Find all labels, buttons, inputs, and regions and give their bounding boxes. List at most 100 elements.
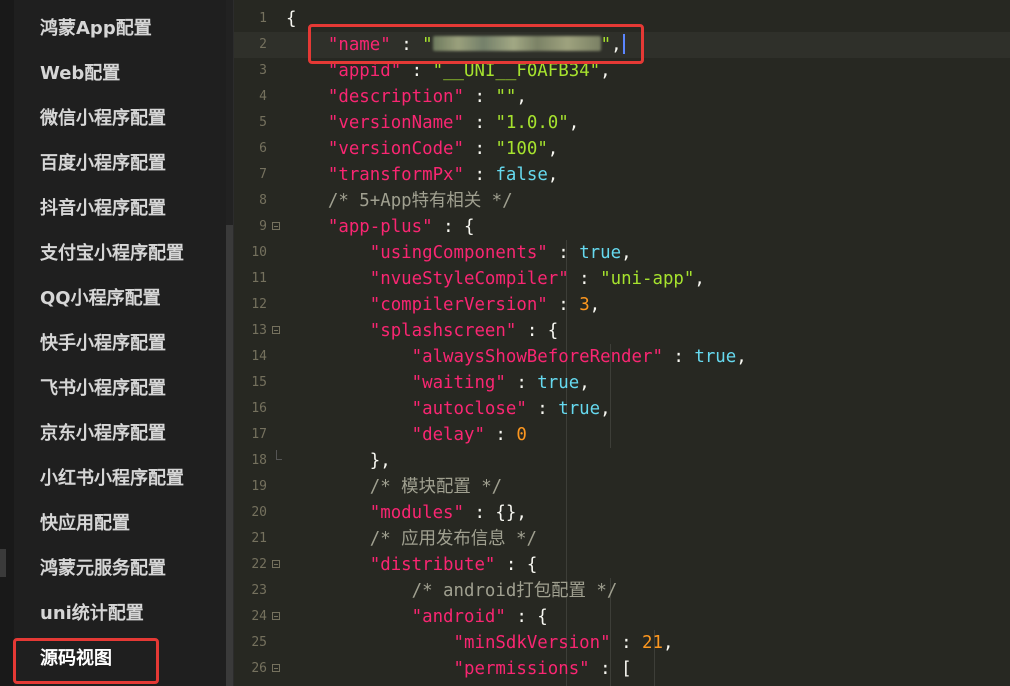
code-token: "versionName" bbox=[327, 113, 465, 133]
sidebar-item-13[interactable]: 鸿蒙元服务配置 bbox=[40, 554, 166, 584]
code-token: , bbox=[736, 347, 747, 367]
code-line[interactable]: 11 "nvueStyleCompiler" : "uni-app", bbox=[234, 266, 1010, 292]
code-token: "versionCode" bbox=[327, 139, 465, 159]
sidebar-item-4[interactable]: 百度小程序配置 bbox=[40, 149, 166, 179]
code-token: , bbox=[579, 373, 590, 393]
blurred-app-name bbox=[432, 36, 601, 51]
line-number: 10 bbox=[251, 245, 267, 260]
code-line[interactable]: 10 "usingComponents" : true, bbox=[234, 240, 1010, 266]
code-token: "android" bbox=[411, 607, 506, 627]
sidebar-item-5[interactable]: 抖音小程序配置 bbox=[40, 194, 166, 224]
code-text: "modules" : {}, bbox=[286, 500, 527, 526]
sidebar-item-15[interactable]: 源码视图 bbox=[40, 644, 112, 674]
sidebar-item-9[interactable]: 飞书小程序配置 bbox=[40, 374, 166, 404]
code-line[interactable]: 7 "transformPx" : false, bbox=[234, 162, 1010, 188]
sidebar-item-8[interactable]: 快手小程序配置 bbox=[40, 329, 166, 359]
code-line[interactable]: 12 "compilerVersion" : 3, bbox=[234, 292, 1010, 318]
code-token: true bbox=[558, 399, 601, 419]
code-token: : bbox=[464, 87, 496, 107]
code-token: , bbox=[694, 269, 705, 289]
sidebar-item-14[interactable]: uni统计配置 bbox=[40, 599, 144, 629]
code-line[interactable]: 5 "versionName" : "1.0.0", bbox=[234, 110, 1010, 136]
line-number: 1 bbox=[259, 11, 267, 26]
line-number: 14 bbox=[251, 349, 267, 364]
code-line[interactable]: 3 "appid" : "__UNI__F0AFB34", bbox=[234, 58, 1010, 84]
sidebar-item-2[interactable]: Web配置 bbox=[40, 59, 120, 89]
code-line[interactable]: 1{ bbox=[234, 6, 1010, 32]
code-line[interactable]: 4 "description" : "", bbox=[234, 84, 1010, 110]
code-line[interactable]: 17 "delay" : 0 bbox=[234, 422, 1010, 448]
code-token: "minSdkVersion" bbox=[453, 633, 611, 653]
code-token: true bbox=[537, 373, 580, 393]
code-line[interactable]: 22 "distribute" : { bbox=[234, 552, 1010, 578]
code-text: /* 模块配置 */ bbox=[286, 474, 502, 500]
code-line[interactable]: 21 /* 应用发布信息 */ bbox=[234, 526, 1010, 552]
sidebar-item-7[interactable]: QQ小程序配置 bbox=[40, 284, 161, 314]
fold-toggle-icon[interactable] bbox=[272, 222, 280, 230]
code-text: "minSdkVersion" : 21, bbox=[286, 630, 674, 656]
line-number: 5 bbox=[259, 115, 267, 130]
code-text: "description" : "", bbox=[286, 84, 527, 110]
code-text: /* 5+App特有相关 */ bbox=[286, 188, 513, 214]
sidebar-scrollbar-thumb[interactable] bbox=[226, 225, 233, 686]
code-line[interactable]: 2 "name" : " ", bbox=[234, 32, 1010, 58]
code-token: { bbox=[286, 9, 297, 29]
fold-toggle-icon[interactable] bbox=[272, 326, 280, 334]
code-line[interactable]: 26 "permissions" : [ bbox=[234, 656, 1010, 682]
code-line[interactable]: 20 "modules" : {}, bbox=[234, 500, 1010, 526]
code-editor[interactable]: 1{2 "name" : " ", 3 "appid" : "__UNI__F0AF… bbox=[234, 0, 1010, 686]
sidebar-item-6[interactable]: 支付宝小程序配置 bbox=[40, 239, 184, 269]
sidebar-item-10[interactable]: 京东小程序配置 bbox=[40, 419, 166, 449]
code-line[interactable]: 25 "minSdkVersion" : 21, bbox=[234, 630, 1010, 656]
code-token: false bbox=[495, 165, 548, 185]
code-token: : bbox=[662, 347, 695, 367]
code-token: /* android打包配置 */ bbox=[411, 581, 618, 601]
code-line[interactable]: 23 /* android打包配置 */ bbox=[234, 578, 1010, 604]
code-line[interactable]: 6 "versionCode" : "100", bbox=[234, 136, 1010, 162]
line-number: 22 bbox=[251, 557, 267, 572]
fold-toggle-icon[interactable] bbox=[272, 560, 280, 568]
sidebar-item-3[interactable]: 微信小程序配置 bbox=[40, 104, 166, 134]
settings-sidebar: 鸿蒙App配置 Web配置微信小程序配置 百度小程序配置 抖音小程序配置 支付宝小程序配… bbox=[0, 0, 234, 686]
sidebar-item-1[interactable]: 鸿蒙App配置 bbox=[40, 14, 152, 44]
code-token: true bbox=[579, 243, 622, 263]
code-text: "autoclose" : true, bbox=[286, 396, 611, 422]
code-token: : bbox=[547, 295, 580, 315]
code-line[interactable]: 18 }, bbox=[234, 448, 1010, 474]
code-token: : bbox=[401, 61, 433, 81]
sidebar-item-12[interactable]: 快应用配置 bbox=[40, 509, 130, 539]
code-line[interactable]: 15 "waiting" : true, bbox=[234, 370, 1010, 396]
code-text: "compilerVersion" : 3, bbox=[286, 292, 600, 318]
code-text: "android" : { bbox=[286, 604, 548, 630]
code-line[interactable]: 8 /* 5+App特有相关 */ bbox=[234, 188, 1010, 214]
code-line[interactable]: 24 "android" : { bbox=[234, 604, 1010, 630]
line-number: 21 bbox=[251, 531, 267, 546]
gutter-marker bbox=[0, 549, 6, 577]
code-line[interactable]: 9 "app-plus" : { bbox=[234, 214, 1010, 240]
code-text: "waiting" : true, bbox=[286, 370, 590, 396]
code-token: "modules" bbox=[369, 503, 464, 523]
code-token: , bbox=[600, 61, 611, 81]
code-token: /* 模块配置 */ bbox=[369, 477, 503, 497]
code-token: : { bbox=[505, 607, 548, 627]
code-token: : { bbox=[432, 217, 475, 237]
code-token: 3 bbox=[579, 295, 590, 315]
code-token: 21 bbox=[642, 633, 663, 653]
sidebar-item-11[interactable]: 小红书小程序配置 bbox=[40, 464, 184, 494]
code-line[interactable]: 16 "autoclose" : true, bbox=[234, 396, 1010, 422]
code-line[interactable]: 14 "alwaysShowBeforeRender" : true, bbox=[234, 344, 1010, 370]
code-line[interactable]: 19 /* 模块配置 */ bbox=[234, 474, 1010, 500]
code-token: , bbox=[516, 87, 527, 107]
code-token: : { bbox=[495, 555, 538, 575]
code-line[interactable]: 13 "splashscreen" : { bbox=[234, 318, 1010, 344]
code-token: }, bbox=[286, 451, 391, 471]
fold-toggle-icon[interactable] bbox=[272, 612, 280, 620]
line-number: 18 bbox=[251, 453, 267, 468]
fold-toggle-icon[interactable] bbox=[272, 664, 280, 672]
